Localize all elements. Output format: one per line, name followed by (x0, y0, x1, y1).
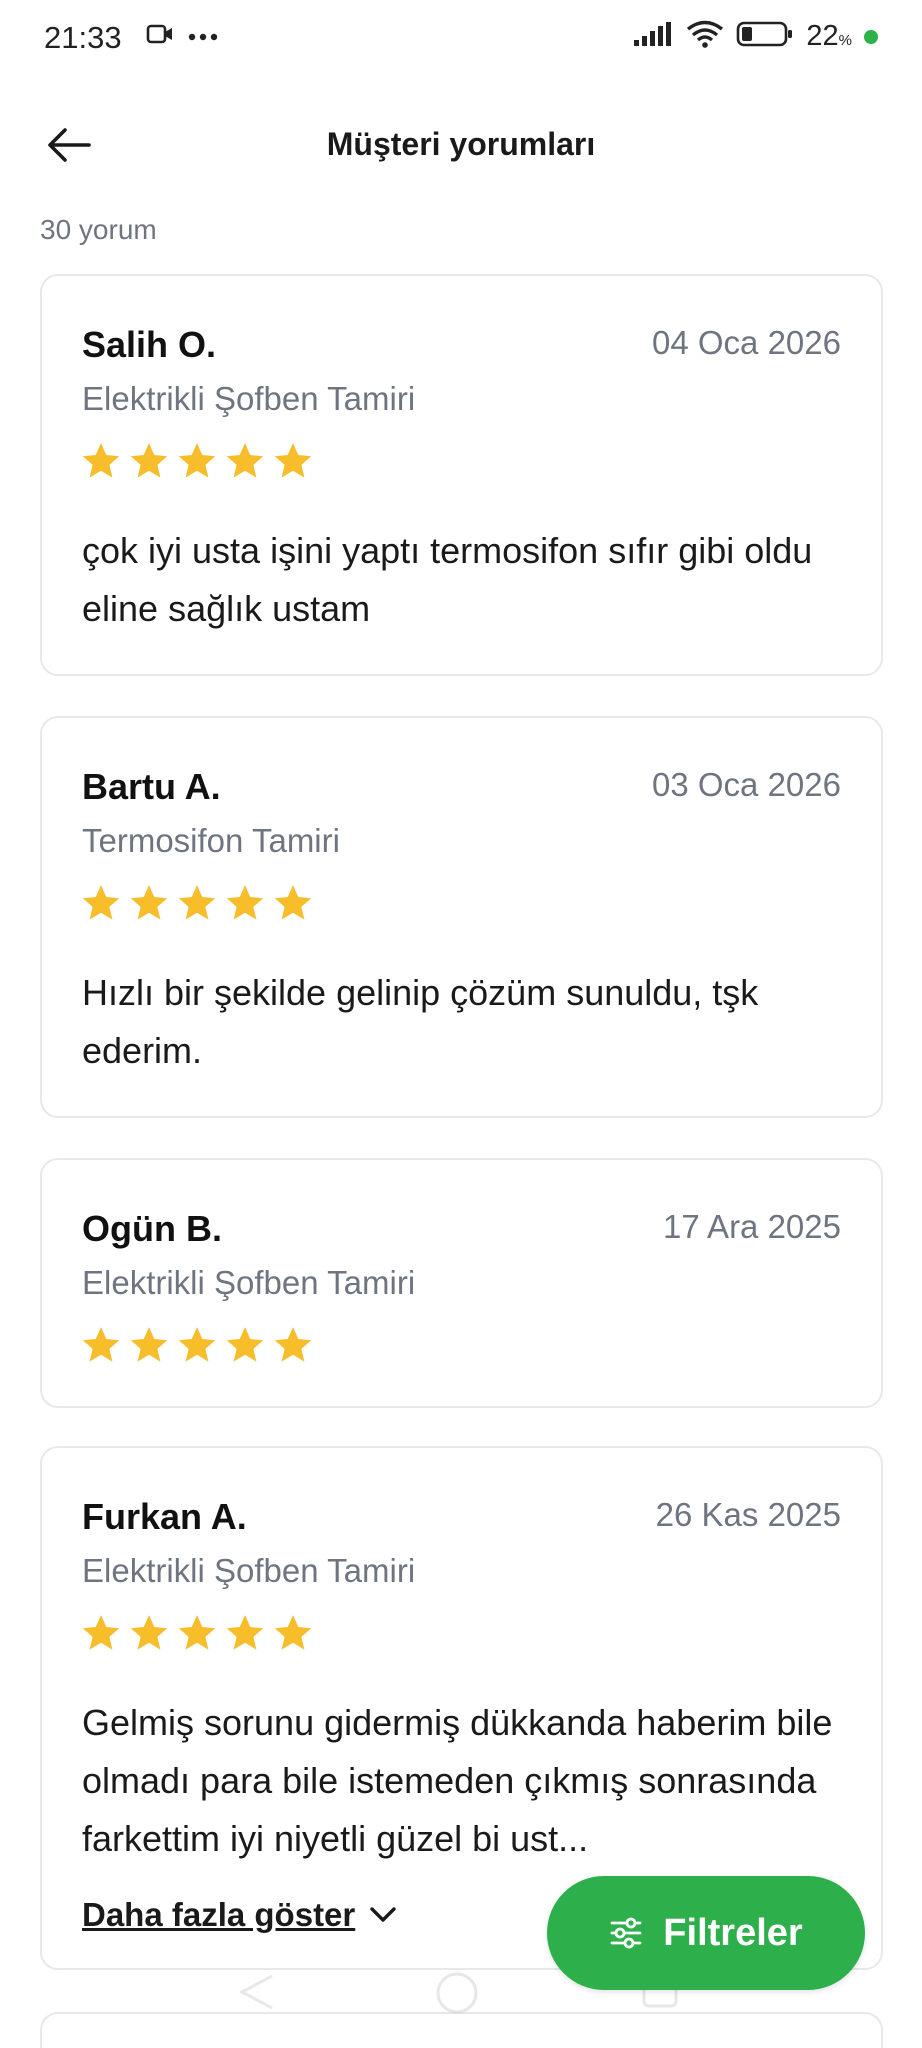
star-icon (274, 885, 312, 920)
star-icon (82, 1615, 120, 1650)
review-date: 17 Ara 2025 (663, 1208, 841, 1245)
status-right: 22% (632, 20, 878, 53)
review-date: 04 Oca 2026 (652, 324, 841, 361)
status-left-icons (146, 22, 218, 51)
review-count: 30 yorum (40, 214, 157, 245)
show-more-link[interactable]: Daha fazla göster (82, 1896, 397, 1934)
star-icon (130, 1615, 168, 1650)
app-header: Müşteri yorumları (0, 100, 922, 190)
star-rating (80, 440, 314, 482)
review-date: 26 Kas 2025 (655, 1496, 841, 1533)
star-icon (274, 1327, 312, 1362)
show-more-label: Daha fazla göster (82, 1896, 356, 1933)
review-text: Hızlı bir şekilde gelinip çözüm sunuldu,… (82, 972, 759, 1071)
service-name: Elektrikli Şofben Tamiri (82, 1552, 416, 1589)
review-text: Gelmiş sorunu gidermiş dükkanda haberim … (82, 1702, 833, 1859)
star-icon (178, 443, 216, 478)
star-rating (80, 882, 314, 924)
star-icon (82, 443, 120, 478)
battery-unit: % (838, 32, 852, 49)
star-icon (130, 443, 168, 478)
review-card: Bartu A. 03 Oca 2026 Termosifon Tamiri H… (40, 716, 883, 1118)
star-icon (226, 1615, 264, 1650)
battery-icon (736, 20, 794, 53)
privacy-indicator-dot (864, 29, 878, 44)
reviewer-name: Salih O. (82, 324, 217, 365)
star-icon (178, 1327, 216, 1362)
star-icon (178, 885, 216, 920)
nav-home-gesture-icon (436, 1972, 478, 2014)
service-name: Elektrikli Şofben Tamiri (82, 380, 416, 417)
star-icon (274, 443, 312, 478)
filter-button-label: Filtreler (663, 1911, 803, 1954)
review-card: Ogün B. 17 Ara 2025 Elektrikli Şofben Ta… (40, 1158, 883, 1408)
reviewer-name: Furkan A. (82, 1496, 247, 1537)
star-icon (130, 885, 168, 920)
signal-icon (632, 21, 674, 52)
status-bar: 21:33 22% (0, 0, 922, 80)
sliders-icon (610, 1917, 642, 1949)
review-card-partial (40, 2012, 883, 2048)
battery-percent-value: 22 (806, 20, 839, 52)
star-icon (226, 885, 264, 920)
review-date: 03 Oca 2026 (652, 766, 841, 803)
video-call-icon (146, 22, 174, 51)
review-card: Salih O. 04 Oca 2026 Elektrikli Şofben T… (40, 274, 883, 676)
status-time: 21:33 (44, 20, 122, 55)
star-rating (80, 1612, 314, 1654)
nav-back-gesture-icon (238, 1974, 273, 2010)
review-text: çok iyi usta işini yaptı termosifon sıfı… (82, 530, 813, 629)
star-icon (82, 885, 120, 920)
star-icon (226, 443, 264, 478)
star-icon (178, 1615, 216, 1650)
star-rating (80, 1324, 314, 1366)
filter-button[interactable]: Filtreler (547, 1876, 865, 1990)
reviewer-name: Bartu A. (82, 766, 221, 807)
star-icon (130, 1327, 168, 1362)
service-name: Termosifon Tamiri (82, 822, 340, 859)
service-name: Elektrikli Şofben Tamiri (82, 1264, 416, 1301)
reviewer-name: Ogün B. (82, 1208, 222, 1249)
chevron-down-icon (370, 1907, 396, 1922)
star-icon (82, 1327, 120, 1362)
page-title: Müşteri yorumları (326, 126, 596, 162)
star-icon (274, 1615, 312, 1650)
star-icon (226, 1327, 264, 1362)
more-dots-icon (188, 28, 218, 46)
wifi-icon (686, 20, 724, 53)
battery-percent: 22% (806, 20, 852, 53)
